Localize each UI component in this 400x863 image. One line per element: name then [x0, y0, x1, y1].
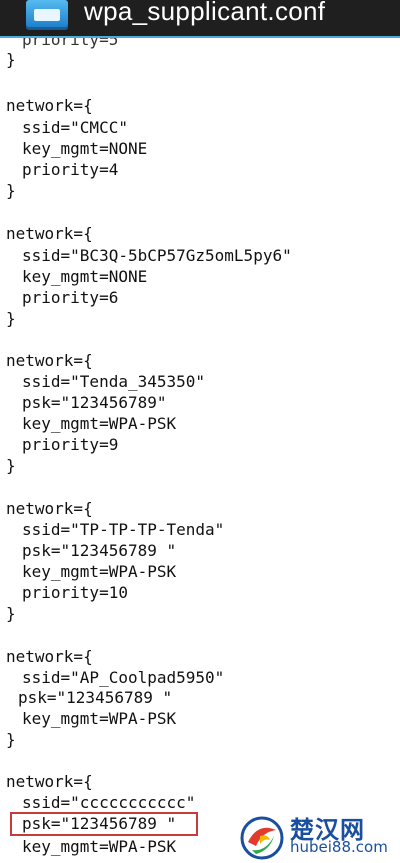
code-line: ssid="ccccccccccc" [22, 793, 196, 812]
code-line: key_mgmt=WPA-PSK [22, 562, 177, 581]
code-line: network={ [6, 224, 93, 243]
code-line: priority=4 [22, 160, 119, 179]
watermark-url: hubei88.com [290, 838, 388, 856]
watermark-logo-icon [240, 816, 284, 860]
code-line: key_mgmt=NONE [22, 267, 148, 286]
code-line: priority=6 [22, 288, 119, 307]
code-line: } [6, 309, 16, 328]
code-line: } [6, 730, 16, 749]
window-title: wpa_supplicant.conf [84, 0, 326, 26]
code-line: ssid="AP_Coolpad5950" [22, 668, 225, 687]
app-document-icon [26, 0, 68, 30]
code-line: } [6, 456, 16, 475]
code-line: } [6, 181, 16, 200]
title-bar: wpa_supplicant.conf [0, 0, 400, 38]
file-content[interactable]: priority=5 } network={ ssid="CMCC" key_m… [0, 38, 400, 863]
code-line: key_mgmt=WPA-PSK [22, 709, 177, 728]
code-line: ssid="Tenda_345350" [22, 372, 206, 391]
code-line: priority=5 [22, 38, 119, 49]
code-line: key_mgmt=WPA-PSK [22, 837, 177, 856]
code-line: ssid="BC3Q-5bCP57Gz5omL5py6" [22, 246, 292, 265]
code-line: key_mgmt=WPA-PSK [22, 414, 177, 433]
code-line: ssid="TP-TP-TP-Tenda" [22, 520, 225, 539]
code-line: priority=10 [22, 583, 128, 602]
code-line: network={ [6, 772, 93, 791]
code-line: network={ [6, 96, 93, 115]
site-watermark: 楚汉网 hubei88.com [232, 806, 400, 863]
code-line: } [6, 604, 16, 623]
code-line: priority=9 [22, 435, 119, 454]
code-line-highlighted: psk="123456789 " [22, 814, 177, 833]
code-line: psk="123456789" [22, 393, 167, 412]
code-line: network={ [6, 351, 93, 370]
code-line: key_mgmt=NONE [22, 139, 148, 158]
code-line: network={ [6, 499, 93, 518]
code-line: network={ [6, 647, 93, 666]
code-line: ssid="CMCC" [22, 118, 128, 137]
code-line: psk="123456789 " [22, 541, 177, 560]
code-line: psk="123456789 " [18, 688, 173, 707]
code-line: } [6, 50, 16, 69]
